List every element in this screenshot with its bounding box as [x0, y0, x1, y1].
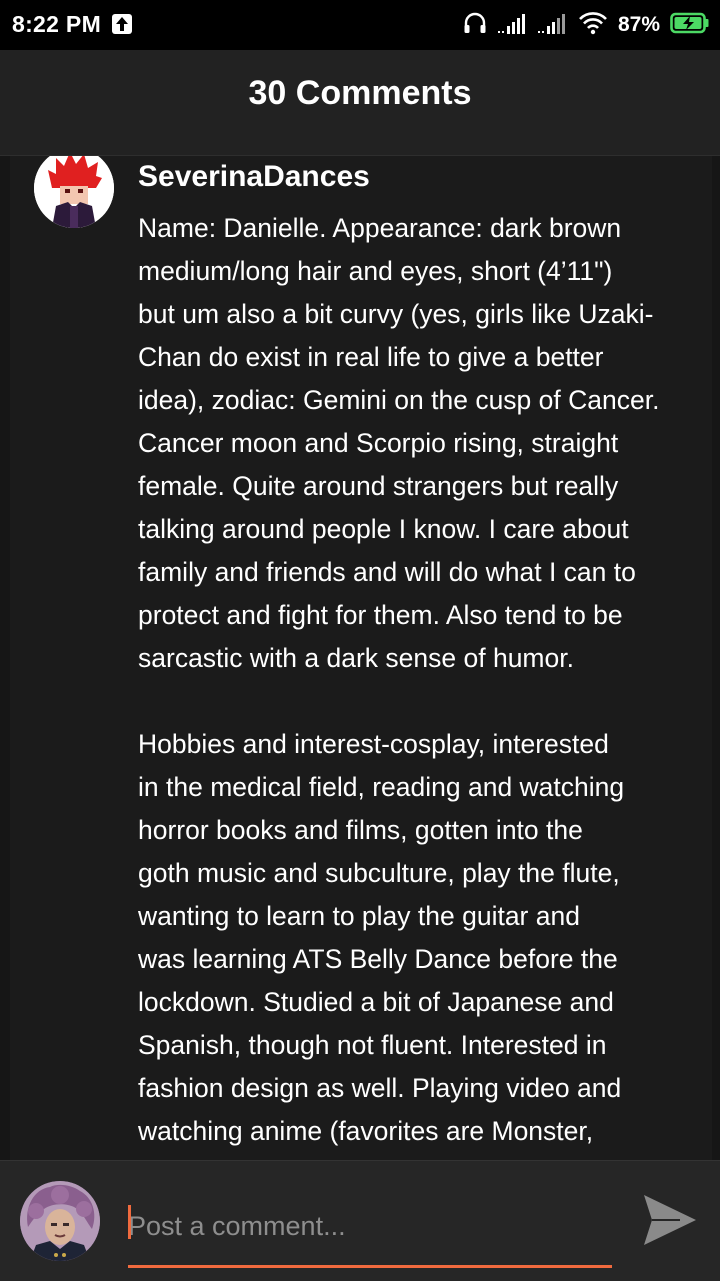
- comment-line: Chan do exist in real life to give a bet…: [138, 342, 604, 372]
- page-title: 30 Comments: [248, 74, 472, 112]
- signal-icon: [497, 12, 528, 39]
- comment-line: Spanish, though not fluent. Interested i…: [138, 1030, 607, 1060]
- comment-line: idea), zodiac: Gemini on the cusp of Can…: [138, 385, 660, 415]
- send-icon: [640, 1195, 700, 1252]
- comment-line: [138, 680, 698, 723]
- battery-charging-icon: [670, 12, 710, 39]
- comment-body: Name: Danielle. Appearance: dark brown m…: [138, 207, 698, 1153]
- avatar[interactable]: [20, 1181, 100, 1261]
- comment-line: but um also a bit curvy (yes, girls like…: [138, 299, 654, 329]
- wifi-icon: [578, 11, 608, 40]
- comment-line: wanting to learn to play the guitar and: [138, 901, 580, 931]
- avatar[interactable]: [34, 156, 114, 228]
- send-button[interactable]: [640, 1191, 700, 1249]
- comment-line: protect and fight for them. Also tend to…: [138, 600, 623, 630]
- signal-icon: [537, 12, 568, 39]
- comments-header: 30 Comments: [0, 50, 720, 156]
- comment-line: Hobbies and interest-cosplay, interested: [138, 729, 609, 759]
- headphones-icon: [462, 10, 488, 41]
- comment-composer: [0, 1160, 720, 1281]
- comment-line: medium/long hair and eyes, short (4’11"): [138, 256, 613, 286]
- text-cursor: [128, 1205, 131, 1239]
- comment-line: fashion design as well. Playing video an…: [138, 1073, 622, 1103]
- left-gutter: [0, 156, 10, 1160]
- battery-percentage: 87%: [617, 13, 660, 36]
- comment-line: sarcastic with a dark sense of humor.: [138, 643, 574, 673]
- comment-line: female. Quite around strangers but reall…: [138, 471, 619, 501]
- status-bar: 8:22 PM 87%: [0, 0, 720, 50]
- comment-line: family and friends and will do what I ca…: [138, 557, 636, 587]
- comment-line: was learning ATS Belly Dance before the: [138, 944, 618, 974]
- comment-line: Cancer moon and Scorpio rising, straight: [138, 428, 619, 458]
- comment-username[interactable]: SeverinaDances: [138, 160, 370, 194]
- status-icons: 87%: [452, 10, 710, 40]
- status-time: 8:22 PM: [12, 11, 102, 37]
- comment-line: Name: Danielle. Appearance: dark brown: [138, 213, 622, 243]
- comment-line: goth music and subculture, play the flut…: [138, 858, 620, 888]
- comments-list[interactable]: SeverinaDances Name: Danielle. Appearanc…: [0, 156, 720, 1160]
- comment-line: watching anime (favorites are Monster,: [138, 1116, 594, 1146]
- comment-line: lockdown. Studied a bit of Japanese and: [138, 987, 614, 1017]
- right-gutter: [712, 156, 720, 1160]
- comment-line: horror books and films, gotten into the: [138, 815, 583, 845]
- upload-icon: [112, 14, 132, 34]
- comment-line: in the medical field, reading and watchi…: [138, 772, 625, 802]
- comment-input[interactable]: [128, 1197, 612, 1268]
- comment-line: talking around people I know. I care abo…: [138, 514, 629, 544]
